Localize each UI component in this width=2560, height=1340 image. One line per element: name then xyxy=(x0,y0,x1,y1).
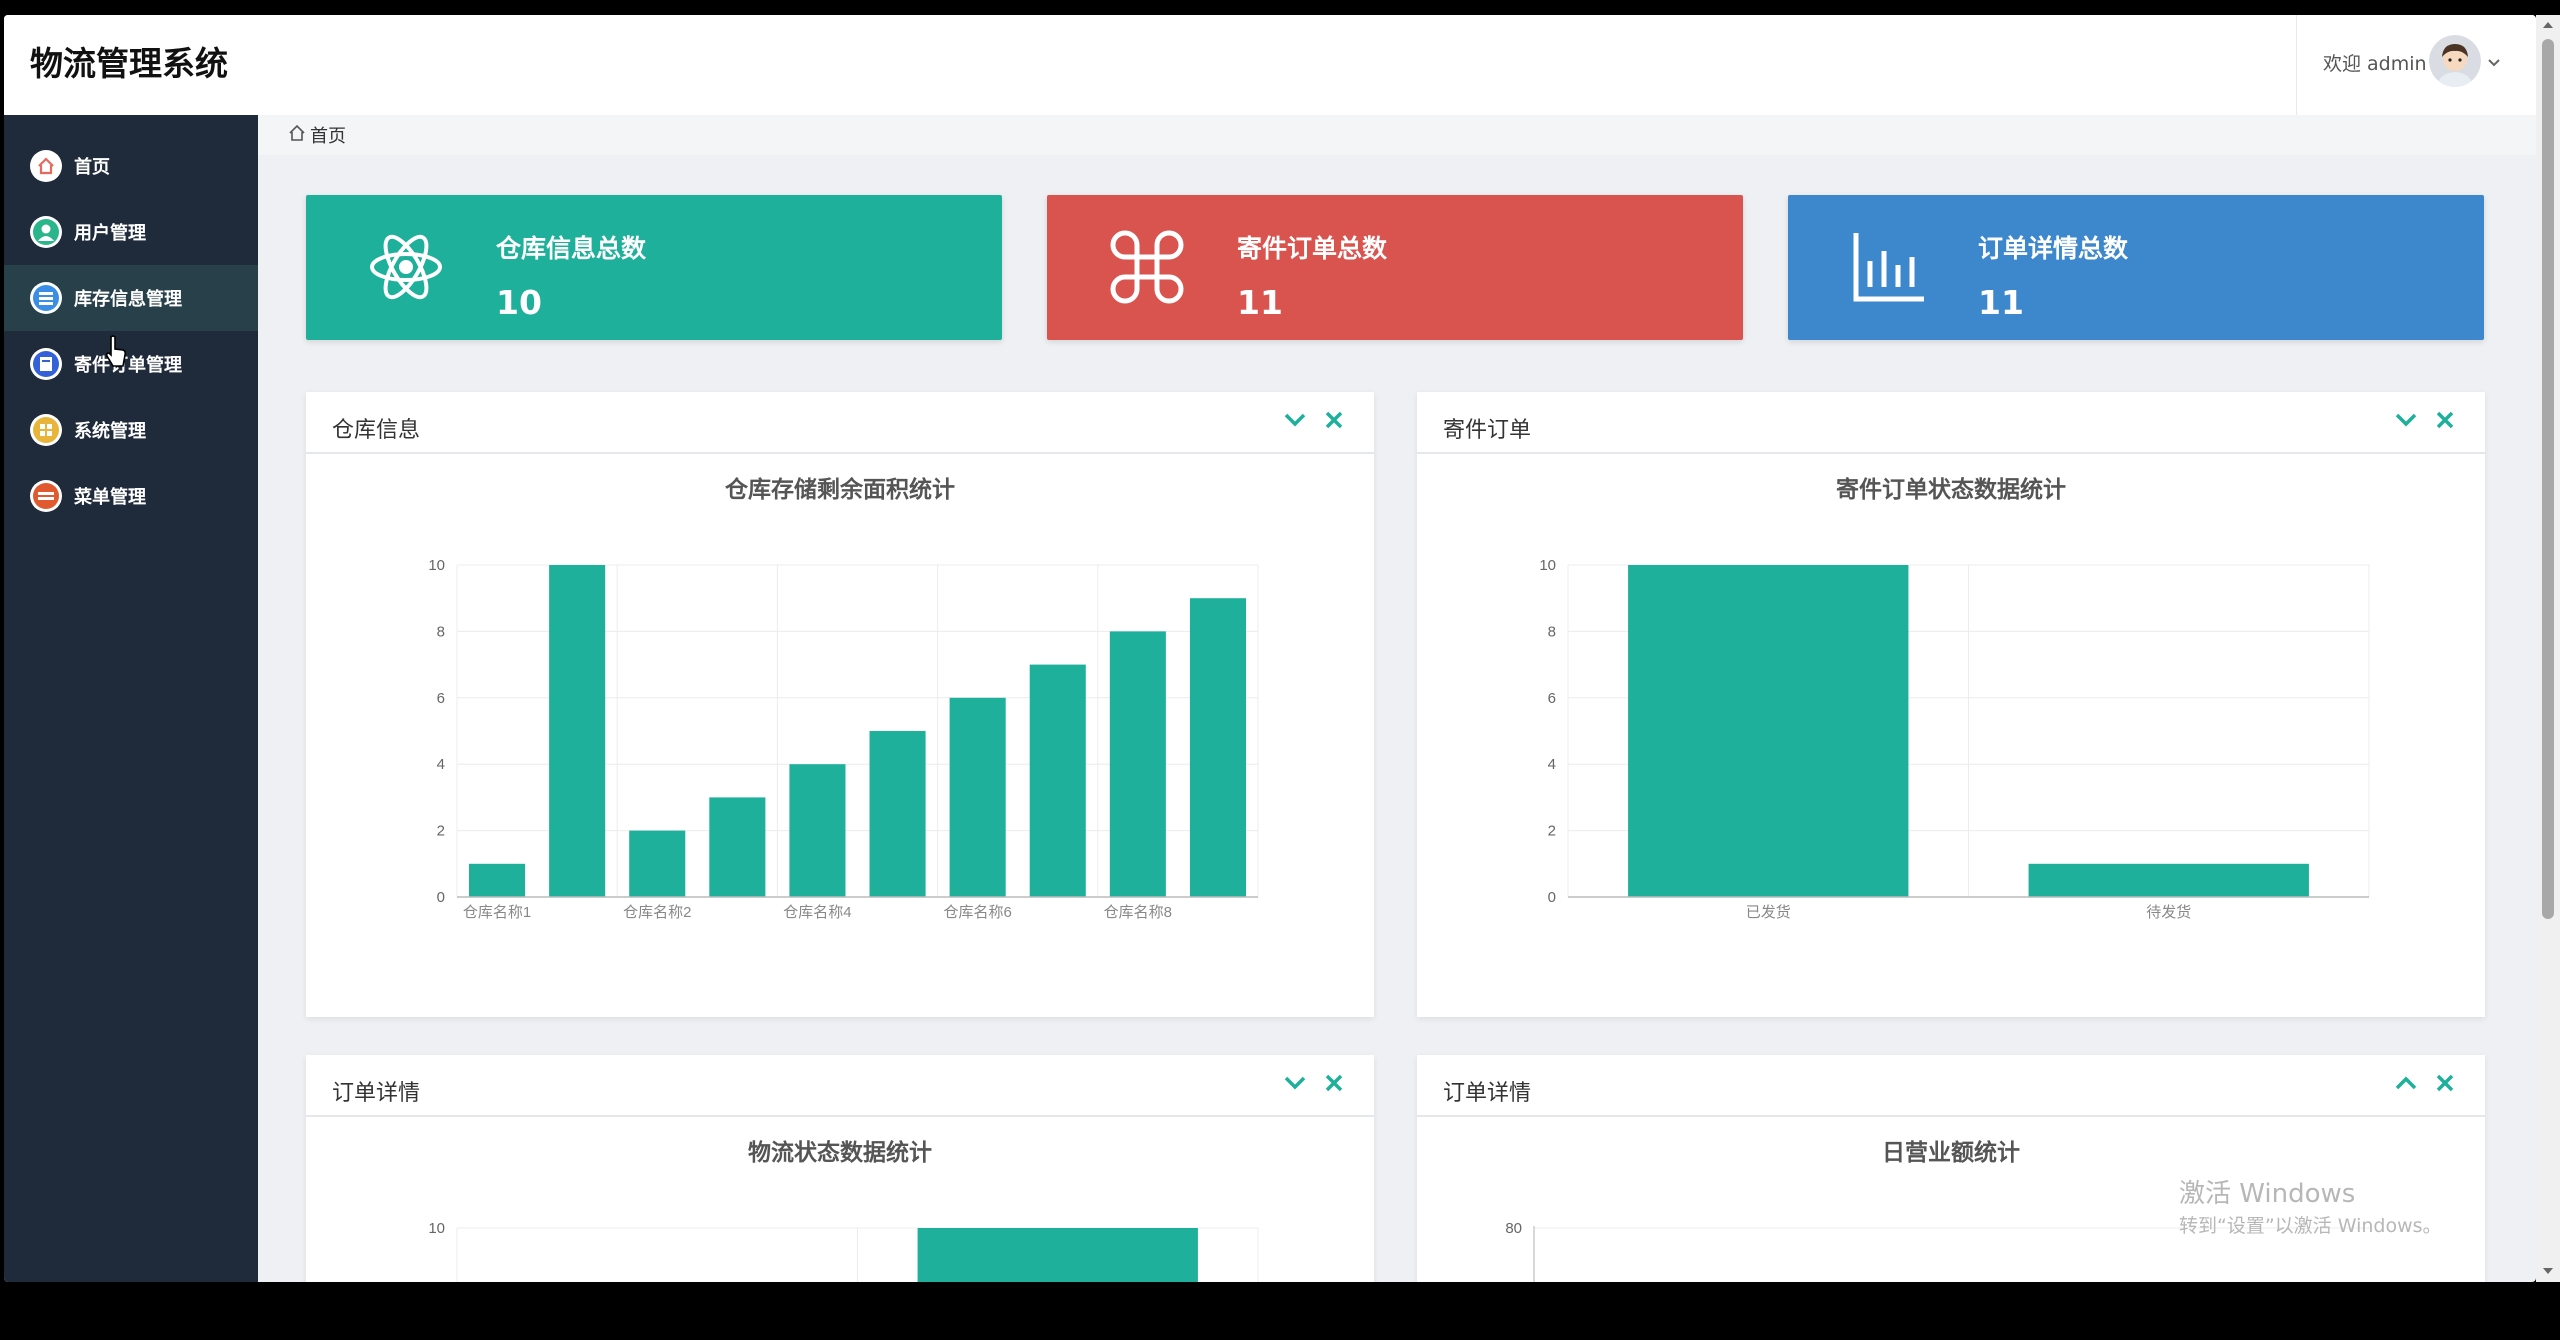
x-tick-label: 仓库名称4 xyxy=(783,904,851,921)
sidebar: 首页 用户管理 库存信息管理 寄件订单管理 系统管理 菜单管理 xyxy=(4,115,258,1282)
list-icon xyxy=(30,282,62,314)
y-tick-label: 2 xyxy=(1548,823,1556,840)
atom-icon xyxy=(366,227,446,307)
y-tick-label: 80 xyxy=(1505,1220,1522,1237)
home-icon xyxy=(288,124,306,146)
stat-title: 仓库信息总数 xyxy=(496,234,647,263)
bar xyxy=(709,797,766,897)
x-tick-label: 仓库名称2 xyxy=(623,904,691,921)
sidebar-item-label: 菜单管理 xyxy=(74,487,146,508)
scroll-thumb[interactable] xyxy=(2542,39,2554,919)
bar xyxy=(1189,598,1246,897)
top-bar: 物流管理系统 欢迎 admin xyxy=(4,15,2536,115)
screen: 物流管理系统 欢迎 admin 首页 用户管理 库存信息管理 寄件订单管理 系统… xyxy=(0,0,2560,1340)
stat-card-orders: 寄件订单总数 11 xyxy=(1047,195,1743,340)
mouse-cursor-icon xyxy=(105,335,127,367)
y-tick-label: 10 xyxy=(428,1220,445,1237)
y-tick-label: 10 xyxy=(1539,557,1556,574)
sidebar-item-users[interactable]: 用户管理 xyxy=(4,199,258,265)
welcome-text: 欢迎 admin xyxy=(2323,53,2427,75)
stat-card-order-details: 订单详情总数 11 xyxy=(1788,195,2484,340)
stat-value: 11 xyxy=(1978,283,2024,322)
y-tick-label: 0 xyxy=(437,889,445,906)
bar xyxy=(789,764,846,897)
grid-icon xyxy=(30,414,62,446)
bar xyxy=(469,863,526,897)
bar xyxy=(869,731,926,897)
y-tick-label: 8 xyxy=(437,623,445,640)
stat-card-warehouse: 仓库信息总数 10 xyxy=(306,195,1002,340)
x-tick-label: 仓库名称1 xyxy=(463,904,531,921)
y-tick-label: 8 xyxy=(1548,623,1556,640)
sidebar-item-inventory[interactable]: 库存信息管理 xyxy=(4,265,258,331)
bar xyxy=(2028,863,2309,897)
stat-title: 寄件订单总数 xyxy=(1237,234,1388,263)
windows-watermark-title: 激活 Windows xyxy=(2179,1179,2356,1209)
menu-icon xyxy=(30,480,62,512)
home-icon xyxy=(30,150,62,182)
bar xyxy=(1628,565,1909,897)
bar xyxy=(1109,631,1166,897)
x-tick-label: 仓库名称8 xyxy=(1104,904,1172,921)
y-tick-label: 10 xyxy=(428,557,445,574)
x-tick-label: 待发货 xyxy=(2146,904,2191,921)
user-icon xyxy=(30,216,62,248)
bar-chart: 0 2 4 6 8 10 仓库名称1 仓库名称2 仓库名称4 仓库名称6 仓库名称8 xyxy=(428,557,1259,921)
bar xyxy=(629,830,686,897)
scrollbar[interactable] xyxy=(2536,15,2560,1282)
sidebar-item-menus[interactable]: 菜单管理 xyxy=(4,463,258,529)
breadcrumb-home[interactable]: 首页 xyxy=(310,122,346,148)
sidebar-item-label: 系统管理 xyxy=(74,421,146,442)
stat-value: 10 xyxy=(496,283,542,322)
scroll-down-icon[interactable] xyxy=(2542,1265,2554,1277)
app-title: 物流管理系统 xyxy=(30,44,228,83)
windows-watermark-hint: 转到“设置”以激活 Windows。 xyxy=(2179,1215,2442,1237)
bar xyxy=(949,697,1006,897)
sidebar-item-home[interactable]: 首页 xyxy=(4,133,258,199)
line-chart: 7080 xyxy=(1505,1220,2372,1282)
bar-chart: 810 xyxy=(428,1220,1259,1282)
chevron-down-icon[interactable] xyxy=(2487,53,2501,72)
app-window: 物流管理系统 欢迎 admin 首页 用户管理 库存信息管理 寄件订单管理 系统… xyxy=(4,15,2536,1282)
y-tick-label: 6 xyxy=(437,690,445,707)
sidebar-item-label: 用户管理 xyxy=(74,223,146,244)
scroll-up-icon[interactable] xyxy=(2542,19,2554,31)
document-icon xyxy=(30,348,62,380)
y-tick-label: 6 xyxy=(1548,690,1556,707)
panel-order-details-status: 订单详情 物流状态数据统计 8 10 xyxy=(306,1055,1374,1282)
x-tick-label: 仓库名称6 xyxy=(943,904,1011,921)
x-tick-label: 已发货 xyxy=(1746,904,1791,921)
bar xyxy=(549,565,606,897)
sidebar-item-orders[interactable]: 寄件订单管理 xyxy=(4,331,258,397)
panel-orders: 寄件订单 寄件订单状态数据统计 0 2 4 6 8 10 已发货 待发货 xyxy=(1417,392,2485,1017)
bar xyxy=(917,1228,1198,1282)
avatar[interactable] xyxy=(2429,35,2481,87)
stat-title: 订单详情总数 xyxy=(1978,234,2129,263)
sidebar-item-label: 首页 xyxy=(74,157,110,178)
stat-value: 11 xyxy=(1237,283,1283,322)
user-menu[interactable]: 欢迎 admin xyxy=(2296,15,2536,115)
sidebar-item-system[interactable]: 系统管理 xyxy=(4,397,258,463)
y-tick-label: 0 xyxy=(1548,889,1556,906)
y-tick-label: 2 xyxy=(437,823,445,840)
bar xyxy=(1029,664,1086,897)
panel-warehouse: 仓库信息 仓库存储剩余面积统计 0 2 4 6 8 10 仓库名称1 仓库名称2 仓库名称4 仓库… xyxy=(306,392,1374,1017)
y-tick-label: 4 xyxy=(1548,756,1556,773)
bar-chart-icon xyxy=(1848,227,1928,307)
bar-chart: 0 2 4 6 8 10 已发货 待发货 xyxy=(1539,557,2370,921)
y-tick-label: 4 xyxy=(437,756,445,773)
command-icon xyxy=(1107,227,1187,307)
breadcrumb: 首页 xyxy=(258,115,2536,155)
sidebar-item-label: 库存信息管理 xyxy=(74,289,182,310)
panel-order-details-revenue: 订单详情 日营业额统计 7080 xyxy=(1417,1055,2485,1282)
sidebar-item-label: 寄件订单管理 xyxy=(74,355,182,376)
